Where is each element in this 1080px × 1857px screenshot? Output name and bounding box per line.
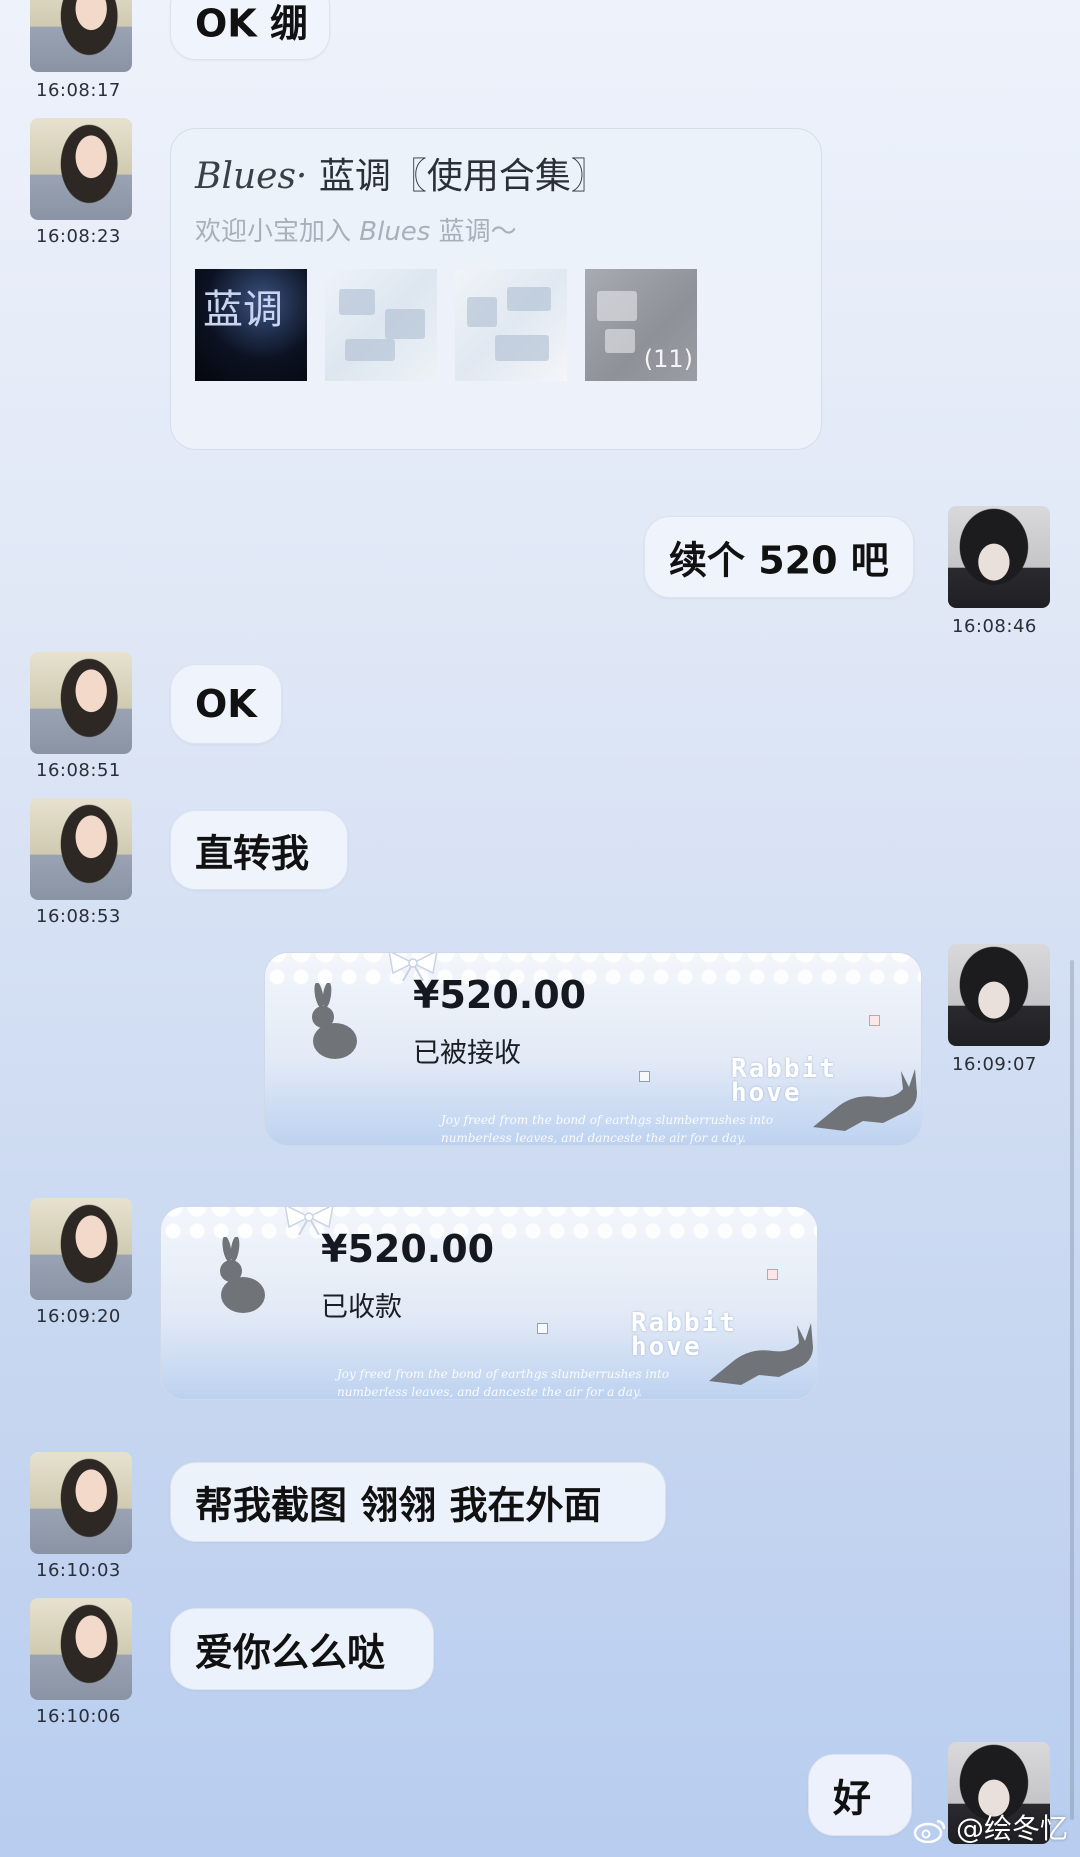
poem-text: Joy freed from the bond of earthgs slumb… xyxy=(441,1111,774,1145)
poem-line: numberless leaves, and danceste the air … xyxy=(337,1385,642,1399)
card-subtitle: 欢迎小宝加入 Blues 蓝调～ xyxy=(195,211,517,248)
message-text: 直转我 xyxy=(195,831,310,876)
card-title-en: Blues· xyxy=(195,156,308,197)
message-text: 帮我截图 翎翎 我在外面 xyxy=(195,1483,602,1528)
watermark-text: @绘冬忆 xyxy=(955,1812,1068,1845)
transfer-status: 已收款 xyxy=(321,1292,402,1323)
poem-line: Joy freed from the bond of earthgs slumb… xyxy=(441,1113,774,1127)
message-timestamp: 16:08:23 xyxy=(36,226,121,247)
card-title-zh: 蓝调〖使用合集〗 xyxy=(307,156,607,197)
message-bubble[interactable]: 续个 520 吧 xyxy=(644,516,914,598)
decor-dot xyxy=(869,1015,880,1026)
card-thumbnail[interactable] xyxy=(455,269,567,381)
message-bubble[interactable]: 爱你么么哒 xyxy=(170,1608,434,1690)
message-text: 续个 520 吧 xyxy=(669,538,889,583)
rabbit-icon xyxy=(312,983,357,1059)
message-timestamp: 16:08:46 xyxy=(952,616,1037,637)
message-bubble[interactable]: 帮我截图 翎翎 我在外面 xyxy=(170,1462,666,1542)
message-text: 爱你么么哒 xyxy=(195,1630,386,1675)
watermark: @绘冬忆 xyxy=(913,1807,1068,1847)
contact-avatar[interactable] xyxy=(30,652,132,754)
decor-dot xyxy=(639,1071,650,1082)
message-timestamp: 16:09:07 xyxy=(952,1054,1037,1075)
message-bubble[interactable]: 直转我 xyxy=(170,810,348,890)
message-bubble[interactable]: 好 xyxy=(808,1754,912,1836)
rabbit-icon xyxy=(220,1237,265,1313)
poem-text: Joy freed from the bond of earthgs slumb… xyxy=(337,1365,670,1399)
message-text: 好 xyxy=(833,1776,872,1821)
message-timestamp: 16:08:51 xyxy=(36,760,121,781)
decor-dot xyxy=(537,1323,548,1334)
card-thumbnail-more[interactable]: (11) xyxy=(585,269,697,381)
my-avatar[interactable] xyxy=(948,944,1050,1046)
weibo-icon xyxy=(913,1819,946,1844)
message-timestamp: 16:10:06 xyxy=(36,1706,121,1727)
transfer-card-sent[interactable]: ¥520.00 已被接收 Rabbit hove Joy freed from … xyxy=(264,952,922,1146)
card-thumbnail[interactable]: 蓝调 xyxy=(195,269,307,381)
contact-avatar[interactable] xyxy=(30,1598,132,1700)
message-text: OK 绷 xyxy=(195,1,308,46)
transfer-amount: ¥520.00 xyxy=(321,1227,495,1271)
shared-collection-card[interactable]: Blues· 蓝调〖使用合集〗 欢迎小宝加入 Blues 蓝调～ 蓝调 (11) xyxy=(170,128,822,450)
message-bubble[interactable]: OK 绷 xyxy=(170,0,330,60)
card-subtitle-en: Blues xyxy=(359,217,431,247)
lace-border xyxy=(265,953,921,993)
poem-line: numberless leaves, and danceste the air … xyxy=(441,1131,746,1145)
message-timestamp: 16:10:03 xyxy=(36,1560,121,1581)
scrollbar[interactable] xyxy=(1070,960,1074,1820)
contact-avatar[interactable] xyxy=(30,118,132,220)
contact-avatar[interactable] xyxy=(30,0,132,72)
message-timestamp: 16:09:20 xyxy=(36,1306,121,1327)
poem-line: Joy freed from the bond of earthgs slumb… xyxy=(337,1367,670,1381)
card-subtitle-post: 蓝调～ xyxy=(430,217,517,247)
contact-avatar[interactable] xyxy=(30,798,132,900)
message-timestamp: 16:08:17 xyxy=(36,80,121,101)
message-timestamp: 16:08:53 xyxy=(36,906,121,927)
message-text: OK xyxy=(195,682,257,726)
jumping-rabbit-icon xyxy=(813,1069,917,1131)
my-avatar[interactable] xyxy=(948,506,1050,608)
decor-dot xyxy=(767,1269,778,1280)
more-count: (11) xyxy=(643,345,693,373)
thumbnail-caption: 蓝调 xyxy=(203,287,283,333)
jumping-rabbit-icon xyxy=(709,1323,813,1385)
message-bubble[interactable]: OK xyxy=(170,664,282,744)
contact-avatar[interactable] xyxy=(30,1452,132,1554)
transfer-card-received[interactable]: ¥520.00 已收款 Rabbit hove Joy freed from t… xyxy=(160,1206,818,1400)
card-thumbnail[interactable] xyxy=(325,269,437,381)
transfer-amount: ¥520.00 xyxy=(413,973,587,1017)
card-subtitle-pre: 欢迎小宝加入 xyxy=(195,217,360,247)
transfer-status: 已被接收 xyxy=(413,1038,521,1069)
contact-avatar[interactable] xyxy=(30,1198,132,1300)
card-title: Blues· 蓝调〖使用合集〗 xyxy=(195,147,607,199)
